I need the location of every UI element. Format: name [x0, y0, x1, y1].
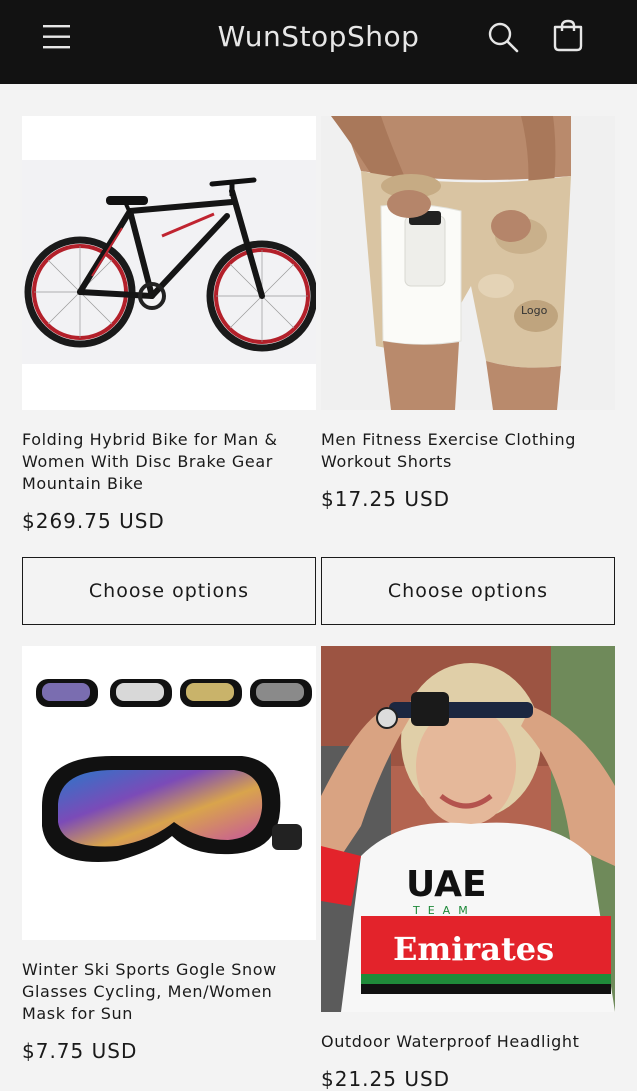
- workout-shorts-image[interactable]: Logo: [321, 116, 615, 410]
- product-card: Winter Ski Sports Gogle Snow Glasses Cyc…: [22, 646, 316, 1080]
- store-logo[interactable]: WunStopShop: [0, 20, 637, 53]
- site-header: WunStopShop: [0, 0, 637, 84]
- cart-icon[interactable]: [550, 18, 586, 54]
- product-card: Folding Hybrid Bike for Man & Women With…: [22, 116, 316, 626]
- product-title[interactable]: Men Fitness Exercise Clothing Workout Sh…: [321, 429, 615, 473]
- choose-options-button[interactable]: Choose options: [321, 557, 615, 625]
- product-price: $17.25 USD: [321, 487, 451, 511]
- product-title[interactable]: Winter Ski Sports Gogle Snow Glasses Cyc…: [22, 959, 316, 1025]
- logo-text: Logo: [521, 304, 548, 317]
- headlamp-image[interactable]: UAE TEAM Emirates: [321, 646, 615, 1012]
- jersey-emirates-text: Emirates: [393, 930, 554, 968]
- search-icon[interactable]: [486, 20, 520, 54]
- choose-options-button[interactable]: Choose options: [22, 557, 316, 625]
- product-price: $21.25 USD: [321, 1067, 451, 1091]
- product-title[interactable]: Outdoor Waterproof Headlight: [321, 1031, 615, 1053]
- jersey-uae-text: UAE: [406, 864, 487, 905]
- product-card: Logo Men Fitness Exercise Clothing Worko…: [321, 116, 615, 626]
- product-price: $7.75 USD: [22, 1039, 138, 1063]
- product-card: UAE TEAM Emirates Outdoor Waterproof Hea…: [321, 646, 615, 1091]
- product-price: $269.75 USD: [22, 509, 165, 533]
- jersey-team-text: TEAM: [412, 904, 476, 917]
- ski-goggles-image[interactable]: [22, 646, 316, 940]
- mountain-bike-image[interactable]: [22, 116, 316, 410]
- product-title[interactable]: Folding Hybrid Bike for Man & Women With…: [22, 429, 316, 495]
